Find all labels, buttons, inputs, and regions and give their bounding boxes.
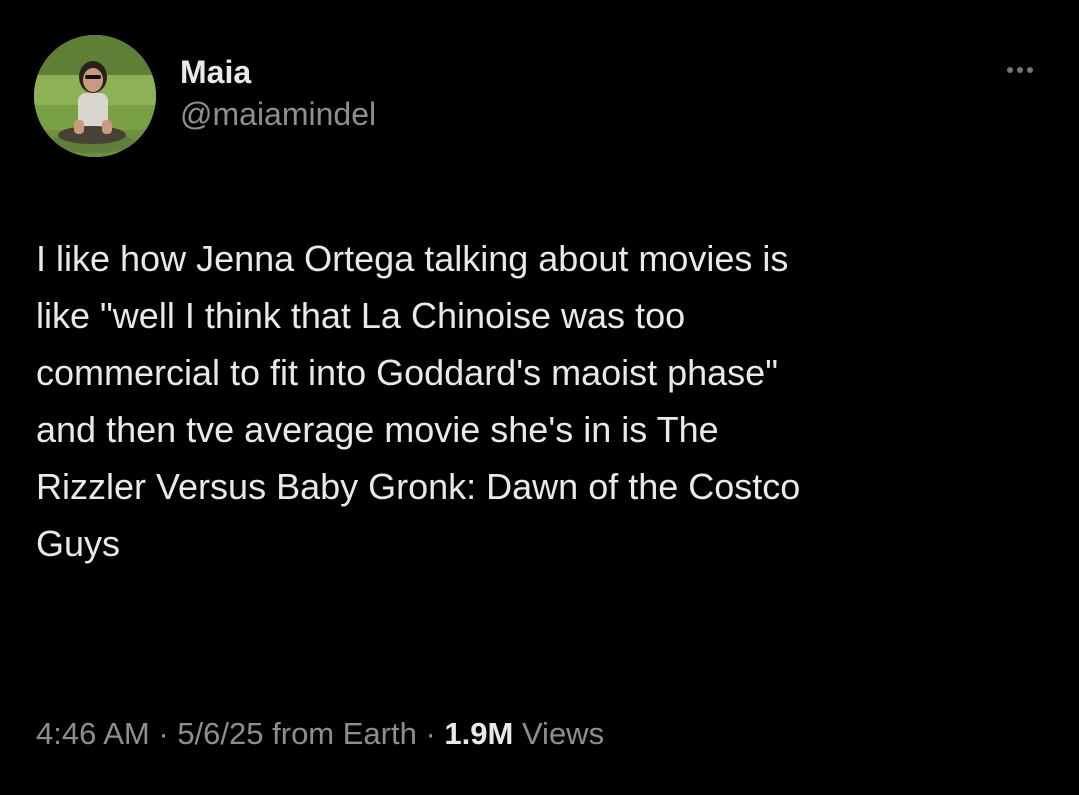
views-label: Views xyxy=(513,716,605,751)
views-count[interactable]: 1.9M xyxy=(444,716,513,751)
tweet-time[interactable]: 4:46 AM xyxy=(36,716,150,751)
user-handle[interactable]: @maiamindel xyxy=(180,94,376,134)
separator-dot: · xyxy=(149,716,178,751)
avatar[interactable] xyxy=(34,35,156,157)
tweet-date[interactable]: 5/6/25 xyxy=(177,716,263,751)
separator-dot: · xyxy=(416,716,445,751)
more-horizontal-icon xyxy=(1007,67,1013,73)
author-info: Maia @maiamindel xyxy=(180,52,376,134)
more-horizontal-icon-dot xyxy=(1027,67,1033,73)
tweet-source: from Earth xyxy=(263,716,417,751)
display-name[interactable]: Maia xyxy=(180,52,376,92)
tweet-meta: 4:46 AM · 5/6/25 from Earth · 1.9M Views xyxy=(36,712,604,756)
tweet-text: I like how Jenna Ortega talking about mo… xyxy=(36,238,801,564)
profile-photo-icon xyxy=(34,35,156,157)
tweet: Maia @maiamindel I like how Jenna Ortega… xyxy=(0,0,1079,795)
more-options-button[interactable] xyxy=(996,58,1044,82)
more-horizontal-icon-dot xyxy=(1017,67,1023,73)
